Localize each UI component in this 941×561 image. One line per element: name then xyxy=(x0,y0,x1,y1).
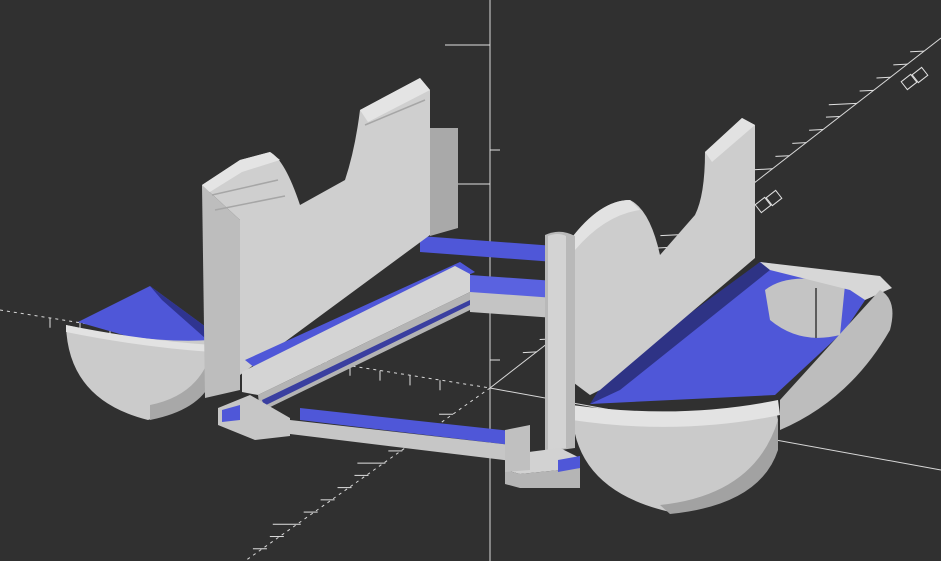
axis-tick xyxy=(809,129,824,131)
front-cross-bar[interactable] xyxy=(290,408,520,462)
left-wall-side xyxy=(430,128,458,236)
axis-tick xyxy=(775,155,790,157)
axis-tick xyxy=(910,50,925,53)
axis-tick xyxy=(792,142,807,144)
left-half-pipe[interactable] xyxy=(66,286,212,420)
right-wall[interactable] xyxy=(545,118,755,452)
right-foot-left-block xyxy=(505,425,530,472)
3d-viewport[interactable] xyxy=(0,0,941,561)
axis-tick xyxy=(522,351,537,354)
axis-tick xyxy=(825,115,840,118)
axis-tick xyxy=(893,63,908,66)
back-bar-blue xyxy=(420,236,555,262)
model-scene[interactable] xyxy=(0,0,941,561)
right-wall-column-highlight xyxy=(548,234,566,450)
axis-label-icon xyxy=(754,66,929,214)
axis-tick xyxy=(876,76,891,79)
model[interactable] xyxy=(66,78,893,514)
axis-tick xyxy=(859,89,874,92)
axis-tick xyxy=(828,102,857,106)
left-wall-edge xyxy=(202,185,240,398)
